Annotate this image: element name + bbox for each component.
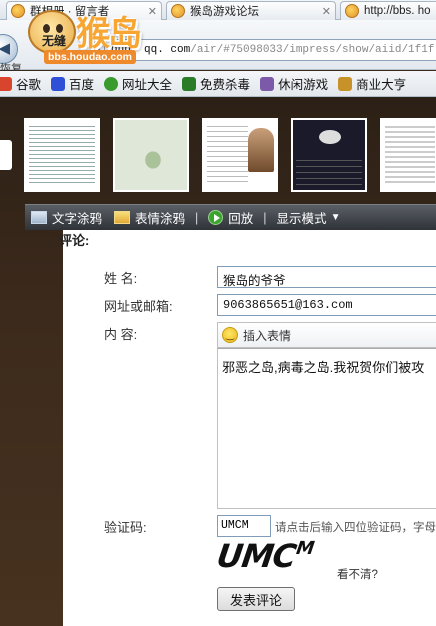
houdao-favicon-icon bbox=[171, 4, 185, 18]
refresh-captcha-link[interactable]: 看不清? bbox=[337, 566, 378, 582]
shield-icon bbox=[182, 76, 197, 91]
emoji-graffiti-icon bbox=[114, 211, 131, 224]
bookmark-label: 百度 bbox=[69, 78, 95, 92]
side-handle[interactable] bbox=[0, 140, 12, 170]
captcha-image-tail: M bbox=[294, 538, 315, 559]
url-path: /air/#75098033/impress/show/aiid/1f1f bbox=[190, 44, 435, 56]
email-input[interactable]: 9063865651@163.com bbox=[217, 294, 436, 316]
text-graffiti-label: 文字涂鸦 bbox=[52, 212, 103, 226]
address-bar[interactable]: qun. qq. com /air/#75098033/impress/show… bbox=[104, 39, 436, 61]
replay-button[interactable]: 回放 bbox=[202, 208, 259, 227]
emoji-graffiti-label: 表情涂鸦 bbox=[135, 212, 186, 226]
bookmark-label: 休闲游戏 bbox=[278, 78, 329, 92]
insert-emoji-button[interactable]: 插入表情 bbox=[217, 322, 436, 348]
captcha-input[interactable]: UMCM bbox=[217, 515, 271, 537]
play-icon bbox=[208, 210, 224, 225]
bookmark-google[interactable]: 谷歌 bbox=[0, 74, 41, 93]
photo-thumbnail[interactable] bbox=[380, 118, 436, 192]
bookmark-label: 网址大全 bbox=[122, 78, 173, 92]
email-label: 网址或邮箱: bbox=[104, 299, 173, 314]
content-label: 内 容: bbox=[104, 327, 138, 342]
gamepad-icon bbox=[260, 76, 275, 91]
submit-comment-button[interactable]: 发表评论 bbox=[217, 587, 295, 611]
captcha-label: 验证码: bbox=[104, 520, 147, 535]
bookmark-casual-games[interactable]: 休闲游戏 bbox=[260, 74, 328, 93]
captcha-image[interactable]: UMCM bbox=[214, 537, 335, 575]
houdao-favicon-icon bbox=[345, 4, 359, 18]
close-tab-icon[interactable]: ✕ bbox=[322, 5, 331, 18]
caret-down-icon: ▼ bbox=[330, 212, 341, 223]
bookmark-business-tycoon[interactable]: 商业大亨 bbox=[338, 74, 406, 93]
toolbar-separator: | bbox=[195, 210, 199, 225]
text-graffiti-button[interactable]: 文字涂鸦 bbox=[25, 208, 108, 227]
tab-houdao-forum[interactable]: 猴岛游戏论坛 ✕ bbox=[166, 1, 336, 20]
qq-favicon-icon bbox=[11, 4, 25, 18]
tab-bbs-houdao[interactable]: http://bbs. ho bbox=[340, 1, 436, 20]
tab-label: http://bbs. ho bbox=[364, 5, 431, 17]
logo-domain: bbs.houdao.com bbox=[44, 50, 136, 64]
crown-icon bbox=[338, 76, 353, 91]
bookmark-label: 谷歌 bbox=[16, 78, 42, 92]
houdao-watermark-logo: 猴岛 无缝 bbs.houdao.com bbox=[28, 2, 142, 66]
display-mode-label: 显示模式 bbox=[276, 212, 327, 226]
close-tab-icon[interactable]: ✕ bbox=[148, 5, 157, 18]
toolbar-separator: | bbox=[263, 210, 267, 225]
logo-sub: 无缝 bbox=[42, 34, 67, 48]
logo-brand: 猴岛 bbox=[76, 14, 142, 54]
name-input[interactable]: 猴岛的爷爷 bbox=[217, 266, 436, 288]
google-icon bbox=[0, 76, 12, 91]
captcha-hint: 请点击后输入四位验证码，字母 bbox=[275, 522, 436, 534]
tab-label: 猴岛游戏论坛 bbox=[190, 6, 259, 18]
smiley-icon bbox=[222, 327, 238, 343]
content-textarea[interactable]: 邪恶之岛,病毒之岛.我祝贺你们被攻 bbox=[217, 348, 436, 509]
photo-thumbnail[interactable] bbox=[202, 118, 278, 192]
baidu-paw-icon bbox=[51, 76, 66, 91]
bookmark-baidu[interactable]: 百度 bbox=[51, 74, 94, 93]
bookmark-label: 免费杀毒 bbox=[200, 78, 251, 92]
text-graffiti-icon bbox=[31, 211, 47, 224]
bookmarks-bar: 谷歌 百度 网址大全 免费杀毒 休闲游戏 商业大亨 bbox=[0, 71, 436, 97]
comment-form: 评论: 姓 名: 猴岛的爷爷 网址或邮箱: 9063865651@163.com… bbox=[59, 230, 436, 626]
photo-thumbnail[interactable] bbox=[113, 118, 189, 192]
replay-label: 回放 bbox=[228, 212, 254, 226]
photo-thumbnail[interactable] bbox=[291, 118, 367, 192]
captcha-image-text: UMC bbox=[214, 537, 298, 575]
form-title: 评论: bbox=[59, 233, 90, 248]
graffiti-toolbar: 文字涂鸦 表情涂鸦 | 回放 | 显示模式 ▼ bbox=[25, 204, 436, 230]
arrow-circle-icon bbox=[104, 76, 119, 91]
insert-emoji-label: 插入表情 bbox=[243, 328, 292, 343]
display-mode-dropdown[interactable]: 显示模式 ▼ bbox=[271, 208, 347, 227]
bookmark-hao123[interactable]: 网址大全 bbox=[104, 74, 172, 93]
photo-thumbnail[interactable] bbox=[24, 118, 100, 192]
emoji-graffiti-button[interactable]: 表情涂鸦 bbox=[108, 208, 191, 227]
name-label: 姓 名: bbox=[104, 271, 138, 286]
bookmark-antivirus[interactable]: 免费杀毒 bbox=[182, 74, 250, 93]
bookmark-label: 商业大亨 bbox=[356, 78, 407, 92]
